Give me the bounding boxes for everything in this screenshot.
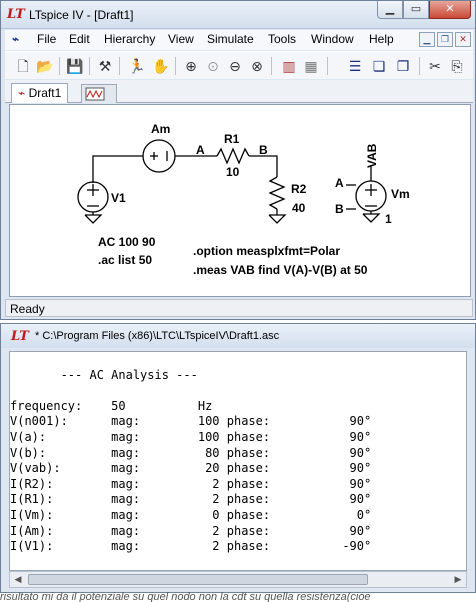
close-button[interactable]: ✕ [429, 1, 471, 19]
schematic-drawing: Am V1 R1 10 A B R2 40 Vm VAB A B 1 AC 10… [77, 122, 410, 277]
option-directive: .option measplxfmt=Polar [193, 244, 340, 258]
document-icon[interactable]: ⌁ [11, 32, 18, 46]
scroll-right-arrow-icon[interactable]: ▶ [450, 572, 466, 587]
cut-scissors-icon[interactable]: ✂ [425, 56, 445, 76]
toolbar: 🗋 📂 💾 ⚒ 🏃 ✋ ⊕ ⊙ ⊖ ⊗ ▥ ▦ ☰ ❏ ❐ ✂ ⎘ [5, 51, 473, 79]
new-schematic-icon[interactable]: 🗋 [13, 56, 33, 76]
menu-hierarchy[interactable]: Hierarchy [104, 32, 155, 46]
status-bar: Ready [5, 299, 473, 317]
log-line: --- AC Analysis --- [10, 367, 198, 382]
log-line: I(Am): mag: 2 phase: 90° [10, 523, 372, 538]
mdi-close-button[interactable]: ✕ [455, 32, 471, 47]
tab-draft1[interactable]: ⌁ Draft1 [11, 83, 69, 103]
v1-label: V1 [111, 191, 126, 205]
log-line: V(vab): mag: 20 phase: 90° [10, 461, 372, 476]
tab-draft1-label: Draft1 [28, 86, 62, 100]
node-a-label: A [196, 143, 205, 157]
pan-hand-icon[interactable]: ✋ [151, 56, 171, 76]
tile-vertical-icon[interactable]: ❐ [393, 56, 413, 76]
log-line: I(R2): mag: 2 phase: 90° [10, 476, 372, 491]
horizontal-scrollbar[interactable]: ◀ ▶ [9, 571, 467, 588]
tab-waveform[interactable] [81, 84, 117, 103]
schematic-tab-icon: ⌁ [18, 86, 26, 100]
waveform-tab-icon [85, 87, 105, 101]
window-title: LTspice IV - [Draft1] [29, 8, 134, 22]
output-log: --- AC Analysis --- frequency: 50 Hz V(n0… [10, 352, 466, 555]
meas-directive: .meas VAB find V(A)-V(B) at 50 [193, 263, 368, 277]
scroll-left-arrow-icon[interactable]: ◀ [10, 572, 26, 587]
menu-bar: ⌁ File Edit Hierarchy View Simulate Tool… [5, 30, 473, 50]
log-line: V(b): mag: 80 phase: 90° [10, 445, 372, 460]
scroll-thumb[interactable] [28, 574, 368, 585]
ac-list-directive: .ac list 50 [98, 253, 152, 267]
menu-edit[interactable]: Edit [69, 32, 90, 46]
run-icon[interactable]: 🏃 [127, 56, 147, 76]
vm-label: Vm [391, 187, 410, 201]
menu-view[interactable]: View [168, 32, 194, 46]
r2-label: R2 [291, 182, 307, 196]
menu-tools[interactable]: Tools [268, 32, 296, 46]
ammeter-symbol [142, 139, 176, 173]
log-line: V(n001): mag: 100 phase: 90° [10, 414, 372, 429]
log-line: I(Vm): mag: 0 phase: 0° [10, 507, 372, 522]
output-title: * C:\Program Files (x86)\LTC\LTspiceIV\D… [35, 330, 280, 342]
log-line: frequency: 50 Hz [10, 398, 213, 413]
zoom-full-icon[interactable]: ⊗ [247, 56, 267, 76]
menu-help[interactable]: Help [369, 32, 394, 46]
r2-value: 40 [292, 201, 306, 215]
background-page-text: risultato mi da il potenziale su quel no… [0, 592, 371, 602]
fft-icon[interactable]: ▦ [301, 56, 321, 76]
minimize-button[interactable]: ▁ [377, 1, 403, 19]
r1-value: 10 [226, 165, 240, 179]
output-title-bar: LT * C:\Program Files (x86)\LTC\LTspiceI… [1, 324, 475, 348]
zoom-fit-icon[interactable]: ⊙ [203, 56, 223, 76]
resistor-r2-symbol [268, 176, 286, 210]
ltspice-logo-icon: LT [11, 329, 29, 344]
menu-file[interactable]: File [37, 32, 56, 46]
mdi-restore-button[interactable]: ❐ [437, 32, 453, 47]
ltspice-logo-icon: LT [7, 7, 25, 22]
log-line: V(a): mag: 100 phase: 90° [10, 429, 372, 444]
schematic-canvas[interactable]: Am V1 R1 10 A B R2 40 Vm VAB A B 1 AC 10… [9, 104, 471, 297]
spice-output-window: LT * C:\Program Files (x86)\LTC\LTspiceI… [0, 323, 476, 593]
control-panel-hammer-icon[interactable]: ⚒ [95, 56, 115, 76]
ltspice-main-window: LT LTspice IV - [Draft1] ▁ ▭ ✕ ⌁ File Ed… [0, 0, 476, 320]
resistor-r1-symbol [216, 147, 250, 165]
maximize-button[interactable]: ▭ [403, 1, 429, 19]
ammeter-label: Am [151, 122, 170, 136]
vm-terminal-b: B [335, 202, 344, 216]
menu-simulate[interactable]: Simulate [207, 32, 254, 46]
title-bar: LT LTspice IV - [Draft1] ▁ ▭ ✕ [1, 1, 475, 29]
vm-value: 1 [385, 212, 392, 226]
copy-icon[interactable]: ⎘ [447, 56, 467, 76]
menu-window[interactable]: Window [311, 32, 354, 46]
log-line: I(R1): mag: 2 phase: 90° [10, 492, 372, 507]
mdi-minimize-button[interactable]: ▁ [419, 32, 435, 47]
r1-label: R1 [224, 132, 240, 146]
vab-label: VAB [365, 143, 379, 168]
output-log-area[interactable]: --- AC Analysis --- frequency: 50 Hz V(n0… [9, 351, 467, 571]
zoom-out-icon[interactable]: ⊖ [225, 56, 245, 76]
autorange-icon[interactable]: ▥ [279, 56, 299, 76]
save-icon[interactable]: 💾 [65, 56, 85, 76]
document-tab-bar: ⌁ Draft1 [5, 80, 473, 103]
log-line: I(V1): mag: 2 phase: -90° [10, 539, 372, 554]
vm-terminal-a: A [335, 176, 344, 190]
open-folder-icon[interactable]: 📂 [35, 56, 55, 76]
zoom-in-icon[interactable]: ⊕ [181, 56, 201, 76]
node-b-label: B [259, 143, 268, 157]
tile-horizontal-icon[interactable]: ☰ [345, 56, 365, 76]
ac-directive: AC 100 90 [98, 235, 156, 249]
cascade-windows-icon[interactable]: ❏ [369, 56, 389, 76]
status-text: Ready [10, 302, 45, 316]
